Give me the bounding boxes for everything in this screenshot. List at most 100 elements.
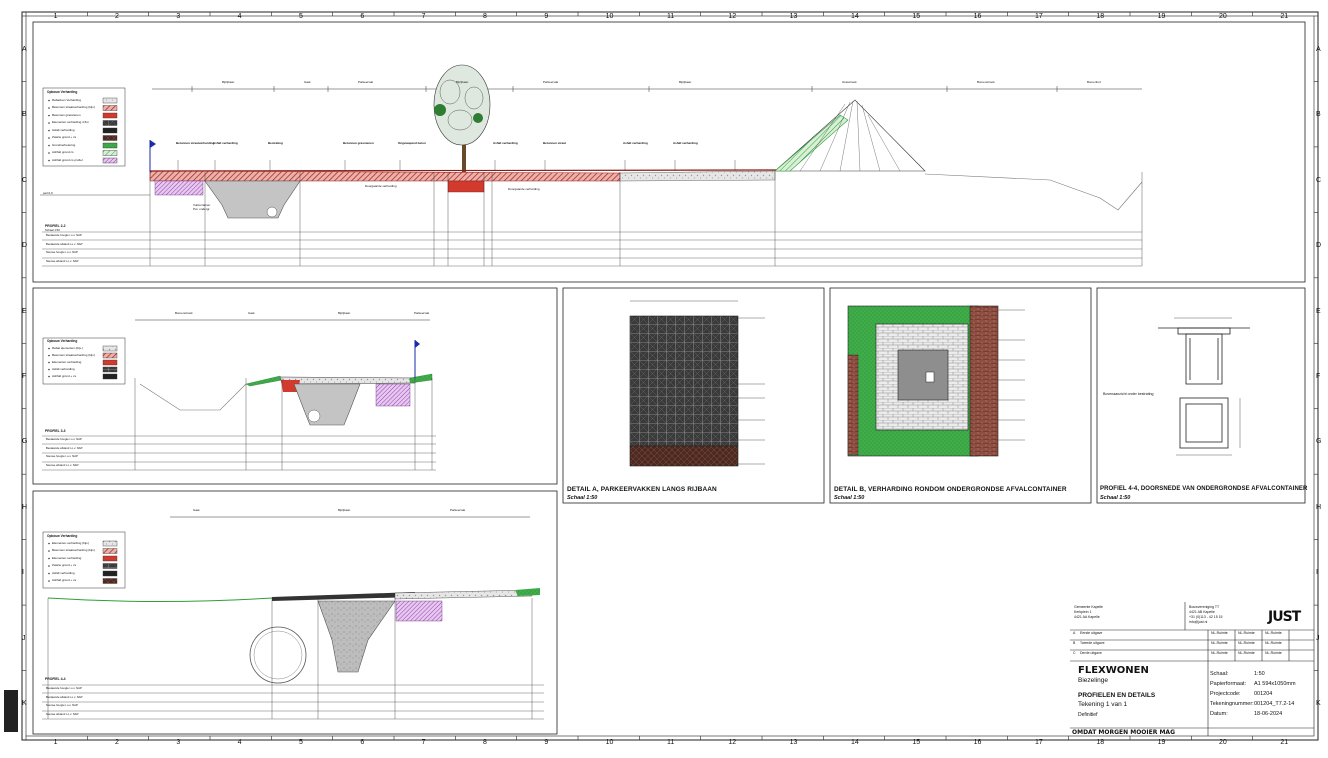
grid-number: 20 xyxy=(1219,739,1227,746)
grid-letter: B xyxy=(22,111,27,119)
legend-label: Asfalt verharding xyxy=(52,366,75,371)
titleblock-location: Biezelinge xyxy=(1078,677,1108,684)
grid-number: 9 xyxy=(544,13,549,20)
revision-date1: NL-Ruimte xyxy=(1211,651,1228,655)
detail-b-title: DETAIL B, VERHARDING RONDOM ONDERGRONDSE… xyxy=(834,486,1067,493)
grid-number: 20 xyxy=(1219,13,1227,20)
revision-code: B xyxy=(1073,641,1076,645)
dimension-label: Gaat xyxy=(193,508,200,512)
field-value: 001204 xyxy=(1254,691,1273,697)
legend-label: Rabatinen Verharding xyxy=(52,97,82,102)
legend-bullet xyxy=(48,550,50,552)
legend-swatch xyxy=(102,366,118,373)
dimension-label: Bomenhof xyxy=(1087,80,1101,84)
legend-swatch xyxy=(102,120,118,126)
legend-label: Betonnen straatverharding (bijv.) xyxy=(52,548,96,553)
grid-number: 3 xyxy=(176,13,181,20)
grid-letter: C xyxy=(22,176,28,184)
dimension-label: Parkeervak xyxy=(450,508,466,512)
legend-label: Zwarte grond + cs xyxy=(52,135,77,140)
legend-bullet xyxy=(48,152,50,154)
legend-swatch xyxy=(102,359,118,366)
profile-b-road-note2: Doorgaande verharding xyxy=(508,187,540,191)
grid-number: 4 xyxy=(237,739,242,746)
grid-number: 8 xyxy=(483,13,487,20)
dimension-label: Parkeervak xyxy=(543,80,559,84)
revision-code: A xyxy=(1073,631,1076,635)
legend-bullet xyxy=(48,99,50,102)
profile-44-title: PROFIEL 4-4, DOORSNEDE VAN ONDERGRONDSE … xyxy=(1100,486,1308,492)
grid-letter: D xyxy=(1316,242,1322,250)
grid-letter: F xyxy=(22,373,27,380)
client-line: 4421 AA Kapelle xyxy=(1074,615,1100,619)
table-row-label: Nieuwe afstand t.o.v. NAP xyxy=(46,711,79,716)
profile-d-legend-title: Opbouw Verharding xyxy=(47,534,78,538)
titleblock-project: FLEXWONEN xyxy=(1078,665,1149,676)
legend-swatch xyxy=(102,373,118,380)
legend-bullet xyxy=(48,375,50,378)
office-line: Bouwvereniging TT xyxy=(1189,605,1220,609)
grid-number: 15 xyxy=(912,739,921,746)
legend-swatch xyxy=(102,112,118,119)
dimension-label: Bijrijbaan xyxy=(338,311,351,315)
grid-number: 1 xyxy=(53,13,58,20)
legend-bullet xyxy=(48,354,50,357)
grid-number: 13 xyxy=(789,739,798,746)
legend-label: Betonnen grasstenen xyxy=(52,112,81,117)
legend-bullet xyxy=(48,557,50,560)
grid-letter: A xyxy=(1316,45,1321,53)
grid-number: 11 xyxy=(667,13,675,20)
legend-label: Ashfalt grond cs xyxy=(52,150,74,155)
revision-date3: NL-Ruimte xyxy=(1265,631,1282,635)
table-row-label: Bestaande hoogte t.o.v. NAP xyxy=(46,686,82,690)
legend-bullet xyxy=(48,347,50,350)
office-line: +31 (0)113 - 42 15 15 xyxy=(1189,615,1223,619)
legend-label: Elementen verharding 4,5m xyxy=(52,120,89,125)
grid-number: 18 xyxy=(1096,13,1105,20)
grid-letter: I xyxy=(1316,569,1318,577)
revision-date1: NL-Ruimte xyxy=(1211,641,1228,645)
grid-letter: I xyxy=(22,569,24,577)
legend-label: Elementen verharding xyxy=(52,359,82,364)
legend-label: Ashfalt grond + cs xyxy=(52,578,77,583)
profile-b-road-note: Doorgaande verharding xyxy=(365,184,397,188)
field-label: Schaal: xyxy=(1210,671,1229,677)
annotation-label: Betonnen grasstenen xyxy=(343,141,374,145)
dimension-label: Bomenstrook xyxy=(977,80,995,84)
table-row-label: Bestaande afstand t.o.v. NAP xyxy=(46,445,83,450)
profile-b-container-note2: Pot. ondergr. xyxy=(193,207,211,211)
legend-swatch xyxy=(102,105,118,111)
grid-letter: K xyxy=(1316,700,1321,708)
revision-date3: NL-Ruimte xyxy=(1265,641,1282,645)
annotation-label: Betonnen straatverharding xyxy=(176,141,215,145)
grid-number: 19 xyxy=(1157,739,1166,746)
dimension-label: Gaat xyxy=(248,311,255,315)
annotation-label: Bestrating xyxy=(268,141,283,145)
grid-letter: E xyxy=(1316,307,1321,315)
profile-44-scale: Schaal 1:50 xyxy=(1100,495,1131,501)
profile-b-scale: Schaal 1:50 xyxy=(45,228,60,232)
titleblock-sheet-of: Tekening 1 van 1 xyxy=(1078,701,1128,708)
grid-letter: H xyxy=(22,503,28,511)
grid-number: 1 xyxy=(53,739,58,746)
legend-swatch xyxy=(102,97,118,104)
profile-c-name: PROFIEL 3-3 xyxy=(45,429,66,433)
legend-bullet xyxy=(48,542,50,545)
legend-swatch xyxy=(102,570,118,577)
field-label: Projectcode: xyxy=(1210,691,1241,697)
table-row-label: Nieuwe hoogte t.o.v. NAP xyxy=(46,454,78,458)
revision-desc: Tweede uitgave xyxy=(1080,641,1105,645)
grid-number: 6 xyxy=(360,739,365,746)
grid-number: 5 xyxy=(299,739,303,746)
legend-swatch xyxy=(102,352,118,359)
table-row-label: Nieuwe hoogte t.o.v. NAP xyxy=(46,250,78,254)
grid-number: 19 xyxy=(1157,13,1166,20)
grid-number: 12 xyxy=(728,13,737,20)
revision-code: C xyxy=(1073,651,1076,655)
profile-44-note: Bovenaanzicht onder bestrating xyxy=(1103,392,1154,396)
legend-bullet xyxy=(48,144,50,147)
grid-number: 17 xyxy=(1035,13,1043,20)
grid-number: 2 xyxy=(115,13,119,20)
dimension-label: Parkeervak xyxy=(414,311,430,315)
grid-number: 7 xyxy=(421,13,426,20)
